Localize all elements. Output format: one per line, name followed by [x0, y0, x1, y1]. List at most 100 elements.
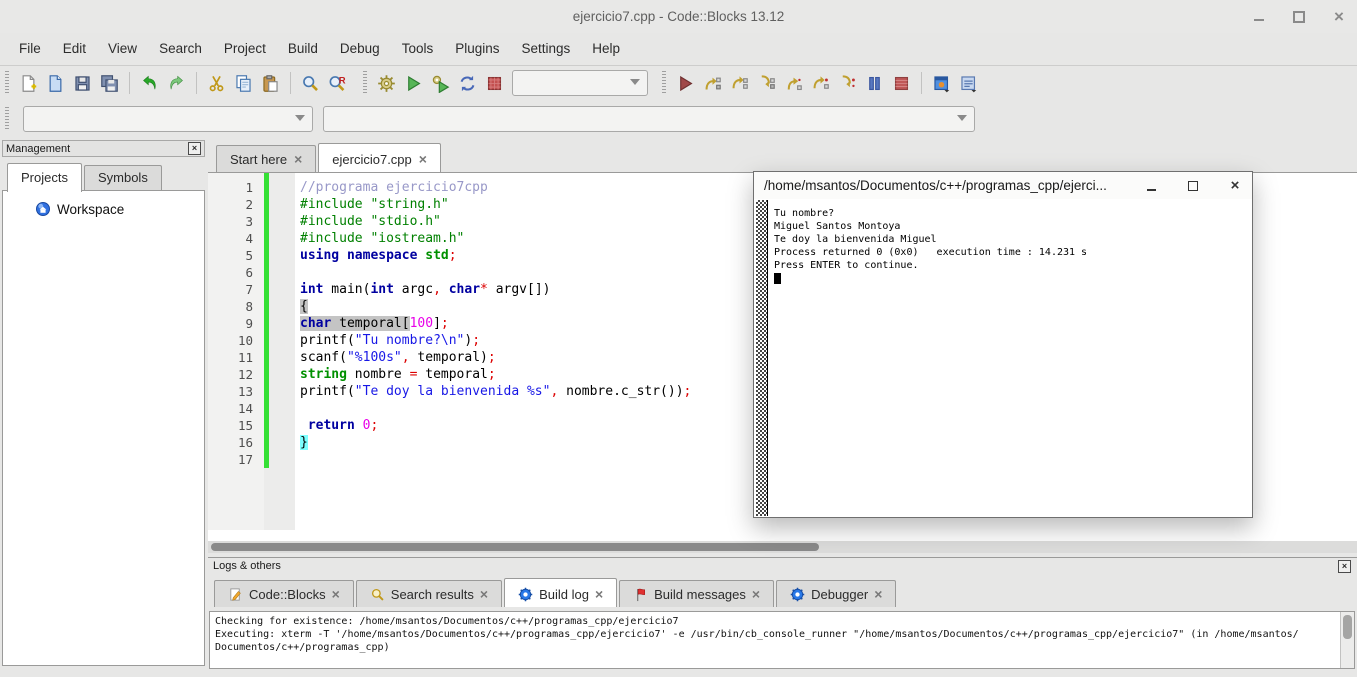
fold-margin[interactable] [269, 247, 295, 264]
next-instruction-button[interactable] [807, 70, 834, 97]
log-vscrollbar[interactable] [1340, 612, 1354, 668]
abort-build-button[interactable] [481, 70, 508, 97]
fold-margin[interactable] [269, 230, 295, 247]
various-info-button[interactable] [955, 70, 982, 97]
save-all-button[interactable] [96, 70, 123, 97]
editor-tab-start-here[interactable]: Start here× [216, 145, 316, 172]
step-into-instruction-button[interactable] [834, 70, 861, 97]
debug-continue-button[interactable] [672, 70, 699, 97]
tab-close-icon[interactable]: × [874, 588, 882, 600]
fold-margin[interactable] [269, 434, 295, 451]
fold-margin[interactable] [269, 383, 295, 400]
logs-tab-build-log[interactable]: Build log × [504, 578, 617, 607]
build-button[interactable] [373, 70, 400, 97]
maximize-button[interactable] [1291, 9, 1307, 25]
step-into-button[interactable] [753, 70, 780, 97]
fold-margin[interactable] [269, 366, 295, 383]
editor-tab-ejercicio7-cpp[interactable]: ejercicio7.cpp× [318, 143, 441, 172]
fold-margin[interactable] [269, 213, 295, 230]
next-line-button[interactable] [726, 70, 753, 97]
minimize-button[interactable] [1251, 9, 1267, 25]
menu-search[interactable]: Search [148, 33, 213, 65]
menu-file[interactable]: File [8, 33, 52, 65]
menu-settings[interactable]: Settings [511, 33, 582, 65]
xterm-close-button[interactable]: × [1228, 179, 1242, 193]
find-button[interactable] [297, 70, 324, 97]
debugger-icon [790, 587, 805, 602]
scope-combo[interactable] [23, 106, 313, 132]
rebuild-button[interactable] [454, 70, 481, 97]
editor-hscrollbar[interactable] [208, 541, 1357, 553]
management-close-icon[interactable]: × [188, 142, 201, 155]
logs-close-icon[interactable]: × [1338, 560, 1351, 573]
logs-tab-code-blocks[interactable]: Code::Blocks× [214, 580, 354, 607]
toolbar-gripper[interactable] [363, 71, 367, 95]
tab-close-icon[interactable]: × [419, 153, 427, 165]
replace-button[interactable]: R [324, 70, 351, 97]
editor-hscrollbar-thumb[interactable] [211, 543, 819, 551]
projects-tree[interactable]: Workspace [2, 190, 205, 666]
logs-tab-label: Build log [539, 587, 589, 602]
tab-close-icon[interactable]: × [294, 153, 302, 165]
tab-close-icon[interactable]: × [332, 588, 340, 600]
fold-margin[interactable] [269, 400, 295, 417]
menu-project[interactable]: Project [213, 33, 277, 65]
stop-debugger-button[interactable] [888, 70, 915, 97]
tab-close-icon[interactable]: × [595, 588, 603, 600]
fold-margin[interactable] [269, 281, 295, 298]
step-out-button[interactable] [780, 70, 807, 97]
open-file-button[interactable] [42, 70, 69, 97]
tab-symbols[interactable]: Symbols [84, 165, 162, 192]
menu-plugins[interactable]: Plugins [444, 33, 510, 65]
toolbar-gripper[interactable] [5, 71, 9, 95]
copy-button[interactable] [230, 70, 257, 97]
code-text: scanf("%100s", temporal); [295, 349, 496, 366]
run-button[interactable] [400, 70, 427, 97]
menu-edit[interactable]: Edit [52, 33, 97, 65]
fold-margin[interactable] [269, 349, 295, 366]
new-file-button[interactable] [15, 70, 42, 97]
toolbar-gripper[interactable] [662, 71, 666, 95]
close-button[interactable]: × [1331, 9, 1347, 25]
break-debugger-button[interactable] [861, 70, 888, 97]
save-file-button[interactable] [69, 70, 96, 97]
paste-button[interactable] [257, 70, 284, 97]
xterm-body[interactable]: Tu nombre?Miguel Santos MontoyaTe doy la… [754, 199, 1252, 517]
debugging-windows-button[interactable] [928, 70, 955, 97]
logs-tab-search-results[interactable]: Search results× [356, 580, 502, 607]
fold-margin[interactable] [269, 315, 295, 332]
build-target-combo[interactable] [512, 70, 648, 96]
xterm-minimize-button[interactable] [1144, 179, 1158, 193]
tab-close-icon[interactable]: × [752, 588, 760, 600]
undo-button[interactable] [136, 70, 163, 97]
xterm-scrollbar[interactable] [756, 200, 768, 516]
toolbar-gripper[interactable] [5, 107, 9, 131]
menu-build[interactable]: Build [277, 33, 329, 65]
tab-projects[interactable]: Projects [7, 163, 82, 192]
redo-button[interactable] [163, 70, 190, 97]
undo-icon [140, 74, 159, 93]
cut-button[interactable] [203, 70, 230, 97]
tab-close-icon[interactable]: × [480, 588, 488, 600]
fold-margin[interactable] [269, 179, 295, 196]
menu-tools[interactable]: Tools [391, 33, 445, 65]
menu-debug[interactable]: Debug [329, 33, 391, 65]
menu-help[interactable]: Help [581, 33, 631, 65]
run-to-cursor-button[interactable] [699, 70, 726, 97]
logs-tab-build-messages[interactable]: Build messages× [619, 580, 774, 607]
fold-margin[interactable] [269, 264, 295, 281]
logs-tab-debugger[interactable]: Debugger× [776, 580, 896, 607]
log-vscrollbar-thumb[interactable] [1343, 615, 1352, 639]
tree-item-workspace[interactable]: Workspace [35, 201, 204, 217]
workspace-icon [35, 201, 51, 217]
build-and-run-button[interactable] [427, 70, 454, 97]
xterm-maximize-button[interactable] [1186, 179, 1200, 193]
fold-margin[interactable] [269, 417, 295, 434]
menu-view[interactable]: View [97, 33, 148, 65]
fold-margin[interactable] [269, 196, 295, 213]
symbol-combo[interactable] [323, 106, 975, 132]
fold-margin[interactable] [269, 298, 295, 315]
fold-margin[interactable] [269, 332, 295, 349]
xterm-titlebar[interactable]: /home/msantos/Documentos/c++/programas_c… [754, 172, 1252, 200]
fold-margin[interactable] [269, 451, 295, 468]
